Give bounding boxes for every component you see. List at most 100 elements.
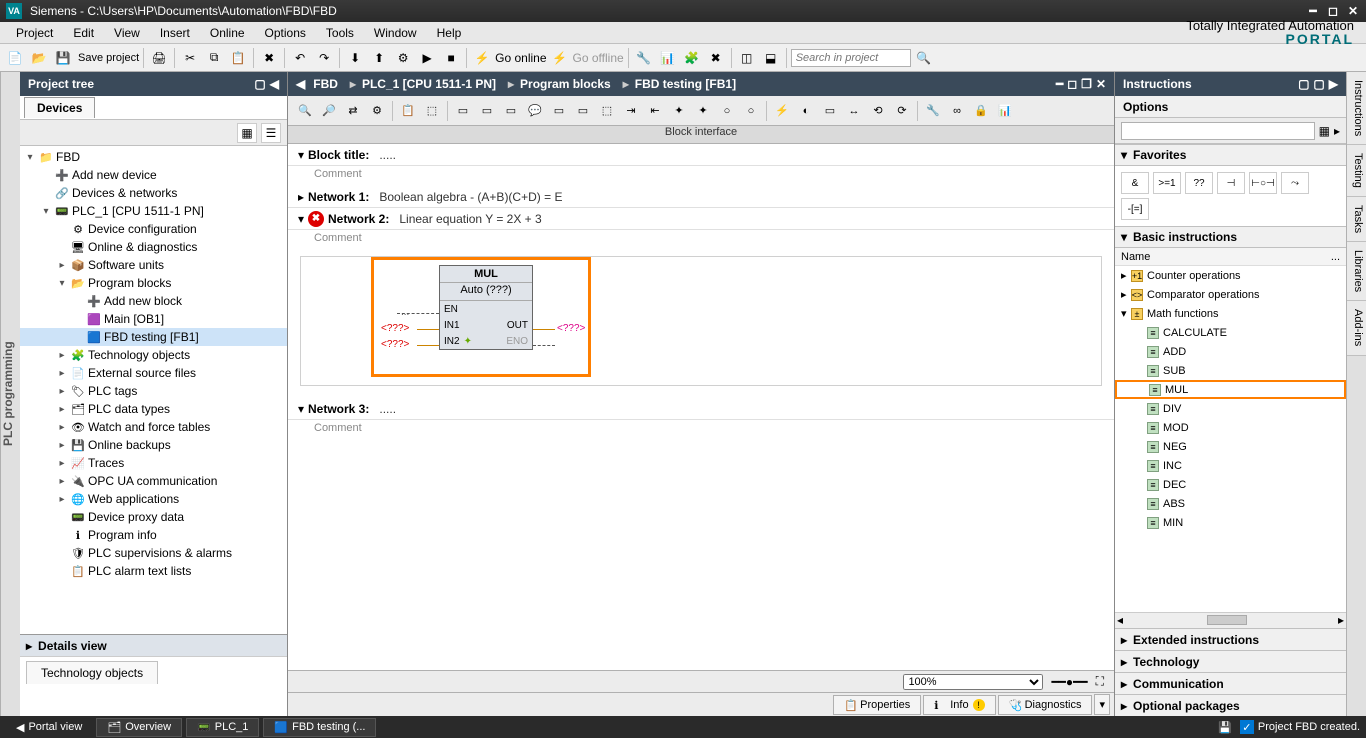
tree-item[interactable]: ▸🌐Web applications <box>20 490 287 508</box>
chevron-down-icon[interactable]: ▾ <box>294 212 308 226</box>
h-scrollbar[interactable]: ▸◂ <box>1115 612 1346 628</box>
compile-icon[interactable]: ⚙ <box>392 47 414 69</box>
favorite-item[interactable]: & <box>1121 172 1149 194</box>
favorites-header[interactable]: ▾Favorites <box>1115 144 1346 166</box>
tree-item[interactable]: 🔗Devices & networks <box>20 184 287 202</box>
filter2-icon[interactable]: ▸ <box>1334 124 1340 138</box>
tree-item[interactable]: ▾📟PLC_1 [CPU 1511-1 PN] <box>20 202 287 220</box>
et-icon[interactable]: ⬚ <box>421 100 443 122</box>
tree-item[interactable]: ➕Add new block <box>20 292 287 310</box>
instruction-list[interactable]: ▸+1Counter operations▸<>Comparator opera… <box>1115 266 1346 612</box>
tree-item[interactable]: ▸📈Traces <box>20 454 287 472</box>
tab-diagnostics[interactable]: 🩺Diagnostics <box>998 695 1093 715</box>
tree-item[interactable]: 📋PLC alarm text lists <box>20 562 287 580</box>
et-icon[interactable]: 🔧 <box>922 100 944 122</box>
block-interface-bar[interactable]: Block interface <box>288 126 1114 144</box>
port-in2[interactable]: IN2 ✦ <box>440 333 486 349</box>
tree-item[interactable]: ▾📂Program blocks <box>20 274 287 292</box>
extended-instructions[interactable]: ▸Extended instructions <box>1115 628 1346 650</box>
instruction-item[interactable]: ≡DEC <box>1115 475 1346 494</box>
tree-item[interactable]: 🟦FBD testing [FB1] <box>20 328 287 346</box>
et-icon[interactable]: ⚡ <box>771 100 793 122</box>
et-icon[interactable]: 🔎 <box>318 100 340 122</box>
network-2-canvas[interactable]: MUL Auto (???) EN IN1 IN2 ✦ OUT ENO <box>300 256 1102 386</box>
portal-view-button[interactable]: ◀ Portal view <box>6 719 92 736</box>
tab-collapse[interactable]: ▾ <box>1094 694 1110 715</box>
et-icon[interactable]: ✦ <box>668 100 690 122</box>
dock2-icon[interactable]: ▢ <box>1313 77 1324 91</box>
tool3-icon[interactable]: 🧩 <box>681 47 703 69</box>
network-1-header[interactable]: ▸ Network 1: Boolean algebra - (A+B)(C+D… <box>288 186 1114 208</box>
chevron-down-icon[interactable]: ▾ <box>294 402 308 416</box>
stop-icon[interactable]: ■ <box>440 47 462 69</box>
technology-section[interactable]: ▸Technology <box>1115 650 1346 672</box>
details-tab[interactable]: Technology objects <box>26 661 158 684</box>
tree-item[interactable]: 🖥Online & diagnostics <box>20 238 287 256</box>
sim-icon[interactable]: ▶ <box>416 47 438 69</box>
et-icon[interactable]: ○ <box>740 100 762 122</box>
tree-item[interactable]: ▸👁Watch and force tables <box>20 418 287 436</box>
instruction-group[interactable]: ▾±Math functions <box>1115 304 1346 323</box>
tree-item[interactable]: ▸📄External source files <box>20 364 287 382</box>
zoom-fit-icon[interactable]: ⛶ <box>1096 674 1104 689</box>
instruction-item[interactable]: ≡MIN <box>1115 513 1346 532</box>
et-icon[interactable]: 🔍 <box>294 100 316 122</box>
copy-icon[interactable]: ⧉ <box>203 47 225 69</box>
tab-info[interactable]: ℹInfo! <box>923 695 995 715</box>
cut-icon[interactable]: ✂ <box>179 47 201 69</box>
port-en[interactable]: EN <box>440 301 486 317</box>
upload-icon[interactable]: ⬆ <box>368 47 390 69</box>
et-icon[interactable]: ▭ <box>548 100 570 122</box>
optional-packages[interactable]: ▸Optional packages <box>1115 694 1346 716</box>
favorite-item[interactable]: ⊢○⊣ <box>1249 172 1277 194</box>
zoom-select[interactable]: 100% <box>903 674 1043 690</box>
editor-max-icon[interactable]: ◻ <box>1067 77 1077 91</box>
tree-item[interactable]: ▸🔌OPC UA communication <box>20 472 287 490</box>
tree-item[interactable]: ℹProgram info <box>20 526 287 544</box>
et-icon[interactable]: ▭ <box>500 100 522 122</box>
new-project-icon[interactable]: 📄 <box>4 47 26 69</box>
instruction-item[interactable]: ≡INC <box>1115 456 1346 475</box>
favorite-item[interactable]: -[=] <box>1121 198 1149 220</box>
zoom-slider[interactable]: ━━●━━ <box>1051 675 1087 689</box>
tree-item[interactable]: ▸🏷PLC tags <box>20 382 287 400</box>
gooffline-icon[interactable]: ⚡ <box>549 47 571 69</box>
print-icon[interactable]: 🖨 <box>148 47 170 69</box>
et-icon[interactable]: ◐ <box>795 100 817 122</box>
et-icon[interactable]: ⇤ <box>644 100 666 122</box>
et-icon[interactable]: ⚙ <box>366 100 388 122</box>
et-icon[interactable]: ▭ <box>572 100 594 122</box>
network-3-comment[interactable]: Comment <box>288 420 1114 440</box>
et-icon[interactable]: 📋 <box>397 100 419 122</box>
instruction-filter-input[interactable] <box>1121 122 1315 140</box>
et-icon[interactable]: 📊 <box>994 100 1016 122</box>
rail-instructions[interactable]: Instructions <box>1347 72 1366 145</box>
et-icon[interactable]: ▭ <box>476 100 498 122</box>
status-tab-plc1[interactable]: 📟 PLC_1 <box>186 718 259 737</box>
tree-item[interactable]: ▸💾Online backups <box>20 436 287 454</box>
et-icon[interactable]: ⇄ <box>342 100 364 122</box>
network-2-header[interactable]: ▾ ✖ Network 2: Linear equation Y = 2X + … <box>288 208 1114 230</box>
editor-restore-icon[interactable]: ❐ <box>1081 77 1092 91</box>
et-icon[interactable]: 💬 <box>524 100 546 122</box>
tree-item[interactable]: ▸📦Software units <box>20 256 287 274</box>
search-go-icon[interactable]: 🔍 <box>913 47 935 69</box>
split-h-icon[interactable]: ◫ <box>736 47 758 69</box>
tree-item[interactable]: ▸🧩Technology objects <box>20 346 287 364</box>
details-view-header[interactable]: ▸ Details view <box>20 634 287 656</box>
communication-section[interactable]: ▸Communication <box>1115 672 1346 694</box>
network-3-header[interactable]: ▾ Network 3: ..... <box>288 398 1114 420</box>
instruction-item[interactable]: ≡MOD <box>1115 418 1346 437</box>
download-icon[interactable]: ⬇ <box>344 47 366 69</box>
menu-options[interactable]: Options <box>255 26 316 40</box>
left-rail-tab[interactable]: PLC programming <box>0 72 20 716</box>
tree-filter-icon[interactable]: ☰ <box>261 123 281 143</box>
status-tab-overview[interactable]: 🗂 Overview <box>96 718 182 737</box>
basic-instructions-header[interactable]: ▾Basic instructions <box>1115 226 1346 248</box>
menu-window[interactable]: Window <box>364 26 427 40</box>
menu-help[interactable]: Help <box>427 26 472 40</box>
save-label[interactable]: Save project <box>78 52 139 64</box>
redo-icon[interactable]: ↷ <box>313 47 335 69</box>
status-save-icon[interactable]: 💾 <box>1218 721 1232 734</box>
tree-item[interactable]: 🟪Main [OB1] <box>20 310 287 328</box>
